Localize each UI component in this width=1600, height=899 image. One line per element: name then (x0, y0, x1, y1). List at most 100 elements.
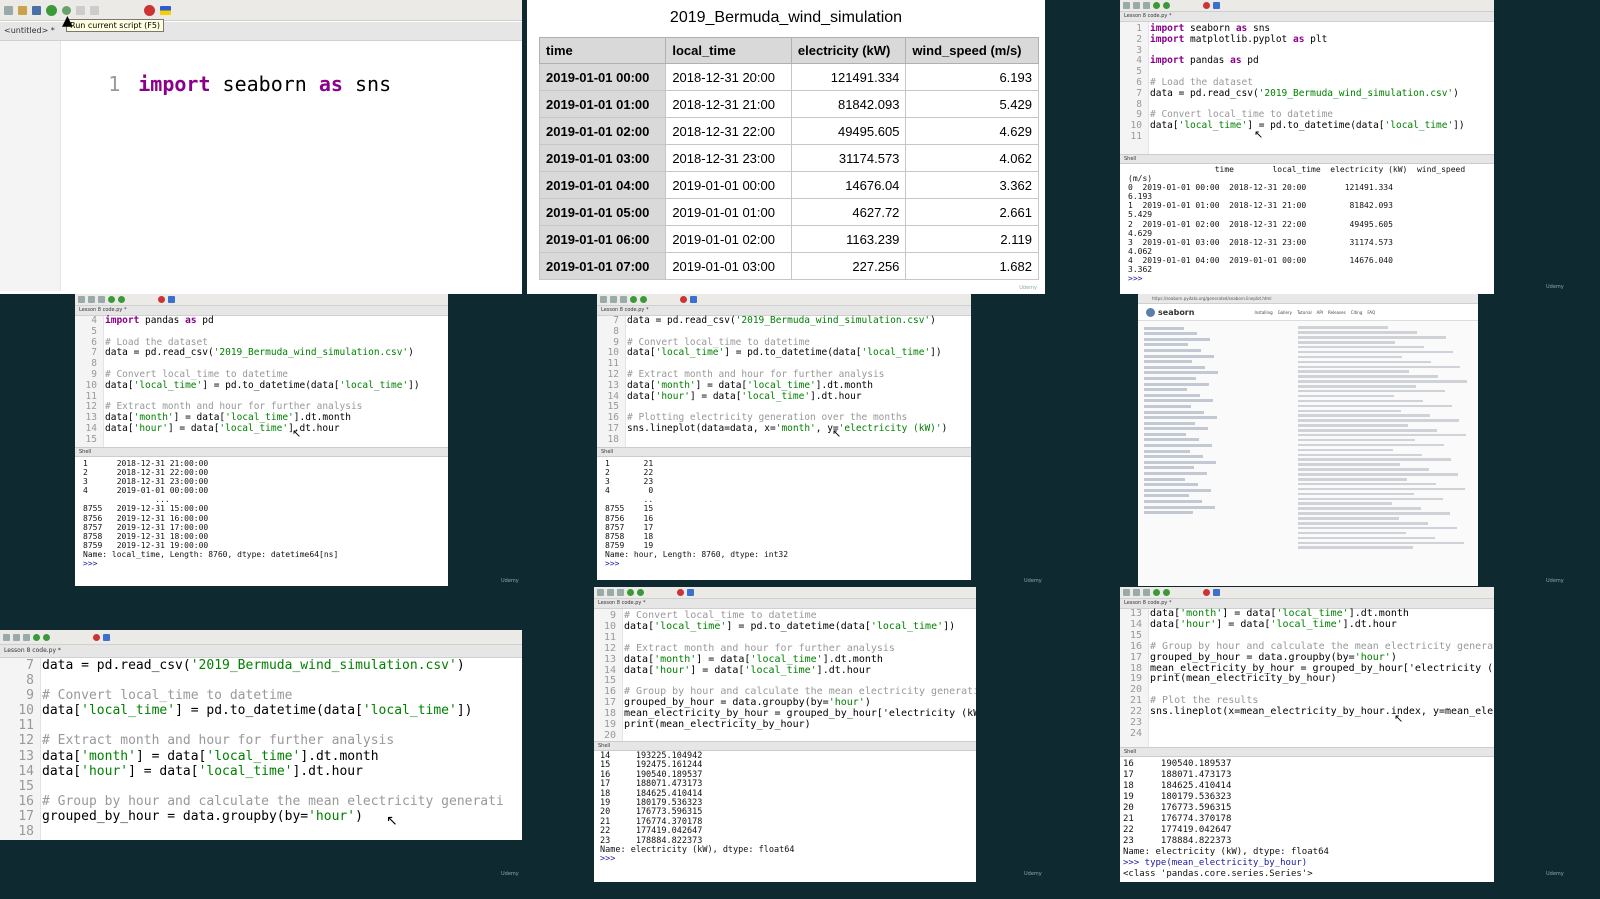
editor-tab[interactable]: Lesson 8 code.py * (1120, 12, 1494, 22)
code-line[interactable]: 22 sns.lineplot(x=mean_electricity_by_hou… (1120, 706, 1494, 718)
run-icon[interactable] (630, 296, 637, 303)
code-line[interactable]: 17 sns.lineplot(data=data, x='month', y='… (597, 423, 948, 435)
sidebar-link[interactable] (1144, 360, 1192, 364)
sidebar-link[interactable] (1144, 505, 1215, 509)
shell-prompt[interactable]: >>> (600, 855, 976, 865)
sidebar-link[interactable] (1144, 472, 1207, 476)
sidebar-link[interactable] (1144, 416, 1217, 420)
run-icon[interactable] (108, 296, 115, 303)
code-line[interactable]: 11 (1120, 131, 1465, 143)
new-file-icon[interactable] (4, 5, 13, 15)
sidebar-link[interactable] (1144, 371, 1218, 375)
run-icon[interactable] (1153, 589, 1160, 596)
code-line[interactable]: 15 (75, 434, 420, 446)
code-line[interactable]: 9 # Convert local_time to datetime (0, 688, 504, 703)
code-editor[interactable]: 4 import pandas as pd 5 6 # Load the dataset… (75, 315, 448, 447)
code-line[interactable]: 10 data['local_time'] = pd.to_datetime(da… (597, 347, 947, 359)
sidebar-link[interactable] (1144, 477, 1185, 481)
sidebar-link[interactable] (1144, 421, 1195, 425)
code-line[interactable]: 14 data['hour'] = data['local_time'].dt.h… (594, 665, 976, 677)
code-line[interactable]: 10 data['local_time'] = pd.to_datetime(da… (1120, 120, 1465, 132)
sidebar-link[interactable] (1144, 348, 1201, 352)
sidebar-link[interactable] (1144, 326, 1184, 330)
code-editor[interactable]: 7 data = pd.read_csv('2019_Bermuda_wind_s… (0, 658, 522, 840)
save-icon[interactable] (32, 5, 41, 15)
sidebar-link[interactable] (1144, 500, 1202, 503)
open-file-icon[interactable] (18, 5, 27, 15)
stop-icon[interactable] (1203, 2, 1210, 9)
brand-label[interactable]: seaborn (1158, 308, 1194, 317)
undo-icon[interactable] (76, 5, 85, 15)
sidebar-link[interactable] (1144, 460, 1216, 464)
stop-icon[interactable] (680, 296, 687, 303)
code-line[interactable]: 10 data['local_time'] = pd.to_datetime(da… (75, 380, 420, 392)
nav-link[interactable]: Gallery (1278, 310, 1292, 315)
stop-icon[interactable] (158, 296, 165, 303)
code-editor[interactable]: 9 # Convert local_time to datetime 10 data[… (594, 609, 976, 741)
code-line[interactable]: 16 # Group by hour and calculate the mean… (0, 794, 503, 809)
code-line[interactable]: 10 data['local_time'] = pd.to_datetime(da… (594, 621, 976, 633)
sidebar-link[interactable] (1144, 511, 1193, 515)
code-line[interactable]: 13 data['month'] = data['local_time'].dt.… (0, 749, 504, 764)
shell-prompt[interactable]: >>> type(mean_electricity_by_hour) (1123, 858, 1494, 869)
code-line[interactable]: 18 (0, 824, 504, 839)
code-line[interactable]: 14 data['hour'] = data['local_time'].dt.h… (0, 764, 504, 779)
code-line[interactable]: 24 (1120, 728, 1494, 740)
nav-link[interactable]: Citing (1351, 310, 1363, 315)
code-line[interactable]: 12 # Extract month and hour for further a… (0, 733, 504, 748)
sidebar-link[interactable] (1144, 382, 1209, 386)
code-line[interactable]: 14 data['hour'] = data['local_time'].dt.h… (597, 391, 947, 403)
code-line[interactable]: 7 data = pd.read_csv('2019_Bermuda_wind_s… (597, 315, 947, 327)
code-line[interactable]: 7 data = pd.read_csv('2019_Bermuda_wind_s… (1120, 88, 1465, 100)
code-line[interactable]: 8 (0, 673, 504, 688)
sidebar-link[interactable] (1144, 410, 1204, 414)
shell-output[interactable]: 1 21 2 22 3 23 4 0 .. 8755 15 8756 16 8757 17 8… (597, 457, 971, 568)
sidebar-link[interactable] (1144, 399, 1213, 403)
code-line[interactable]: 23 (1120, 717, 1494, 729)
code-line[interactable]: 7 data = pd.read_csv('2019_Bermuda_wind_s… (75, 347, 420, 359)
sidebar-link[interactable] (1144, 444, 1212, 448)
run-icon[interactable] (627, 589, 634, 596)
editor-tab[interactable]: Lesson 8 code.py * (0, 645, 522, 658)
code-line[interactable]: 15 (0, 779, 504, 794)
sidebar-link[interactable] (1144, 438, 1199, 442)
sidebar-link[interactable] (1144, 483, 1198, 487)
sidebar-link[interactable] (1144, 337, 1210, 341)
nav-link[interactable]: API (1317, 310, 1323, 315)
run-icon[interactable] (33, 633, 40, 641)
shell-output[interactable]: 1 2018-12-31 21:00:00 2 2018-12-31 22:00:… (75, 457, 448, 568)
sidebar-link[interactable] (1144, 343, 1188, 347)
sidebar-link[interactable] (1144, 432, 1186, 436)
code-editor[interactable]: 7 data = pd.read_csv('2019_Bermuda_wind_s… (597, 315, 971, 447)
shell-output[interactable]: time local_time electricity (kW) wind_sp… (1120, 164, 1494, 283)
code-editor[interactable]: 13 data['month'] = data['local_time'].dt.… (1120, 608, 1494, 747)
code-line[interactable]: 19 print(mean_electricity_by_hour) (1120, 673, 1494, 685)
docs-sidebar[interactable] (1144, 324, 1236, 584)
shell-prompt[interactable]: >>> (1128, 274, 1494, 283)
nav-link[interactable]: FAQ (1367, 310, 1375, 315)
sidebar-link[interactable] (1144, 449, 1190, 453)
code-line[interactable]: 2 import matplotlib.pyplot as plt (1120, 34, 1465, 46)
sidebar-link[interactable] (1144, 388, 1187, 392)
shell-output[interactable]: 14 193225.104942 15 192475.161244 16 19054… (594, 751, 976, 865)
sidebar-link[interactable] (1144, 404, 1191, 408)
code-line[interactable]: 4 import pandas as pd (75, 315, 420, 327)
run-icon[interactable] (46, 4, 57, 16)
sidebar-link[interactable] (1144, 488, 1211, 492)
sidebar-link[interactable] (1144, 494, 1189, 498)
code-line[interactable]: 20 (594, 730, 976, 742)
nav-link[interactable]: Tutorial (1297, 310, 1312, 315)
run-icon[interactable] (1153, 2, 1160, 9)
sidebar-link[interactable] (1144, 393, 1200, 397)
code-line[interactable]: 19 print(mean_electricity_by_hour) (594, 719, 976, 731)
code-line[interactable]: 4 import pandas as pd (1120, 55, 1465, 67)
stop-icon[interactable] (677, 589, 684, 596)
code-line[interactable]: 14 data['hour'] = data['local_time'].dt.h… (1120, 619, 1494, 631)
stop-icon[interactable] (1203, 589, 1210, 596)
code-line[interactable]: 10 data['local_time'] = pd.to_datetime(da… (0, 703, 504, 718)
sidebar-link[interactable] (1144, 427, 1208, 431)
stop-icon[interactable] (144, 4, 155, 16)
code-line[interactable]: 7 data = pd.read_csv('2019_Bermuda_wind_s… (0, 658, 504, 673)
nav-link[interactable]: Installing (1254, 310, 1272, 315)
stop-icon[interactable] (93, 633, 100, 641)
